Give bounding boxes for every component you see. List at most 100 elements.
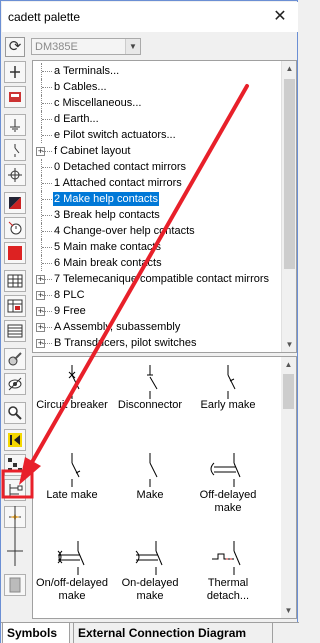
tree-connector — [42, 311, 52, 312]
tree-connector — [42, 87, 52, 88]
symbol-item[interactable]: On-delayed make — [111, 533, 189, 613]
toolbar-button-book[interactable] — [4, 86, 26, 108]
symbol-label: Off-delayed make — [199, 489, 257, 514]
grid-table-icon — [7, 273, 23, 289]
category-tree[interactable]: a Terminals... b Cables... c Miscellaneous… — [32, 60, 297, 353]
tree-scrollbar[interactable]: ▲ ▼ — [281, 61, 296, 352]
tree-item[interactable]: d Earth... — [33, 111, 283, 127]
toolbar-button-switch-symbol[interactable] — [4, 139, 26, 161]
bottom-tabs: Symbols External Connection Diagram — [1, 622, 299, 643]
window-title: cadett palette — [8, 10, 81, 24]
tree-connector — [42, 135, 52, 136]
tree-item[interactable]: c Miscellaneous... — [33, 95, 283, 111]
toolbar-button-blank-page[interactable] — [4, 574, 26, 596]
scroll-up-icon[interactable]: ▲ — [281, 357, 296, 372]
tree-item-label: 3 Break help contacts — [54, 209, 160, 221]
tree-item-label: 4 Change-over help contacts — [54, 225, 195, 237]
tree-item[interactable]: +C Capacitors — [33, 351, 283, 352]
scroll-down-icon[interactable]: ▼ — [282, 337, 296, 352]
tree-item[interactable]: a Terminals... — [33, 63, 283, 79]
tab-symbols[interactable]: Symbols — [2, 623, 70, 643]
tree-connector — [42, 183, 52, 184]
tree-item[interactable]: 3 Break help contacts — [33, 207, 283, 223]
refresh-button[interactable]: ⟳ — [5, 37, 25, 57]
scroll-up-icon[interactable]: ▲ — [282, 61, 296, 76]
symbol-item[interactable]: Make — [111, 445, 189, 525]
tree-item[interactable]: + A Assembly, subassembly — [33, 319, 283, 335]
tree-connector — [42, 167, 52, 168]
symbol-item[interactable]: Circuit breaker — [33, 357, 111, 437]
tree-item[interactable]: 1 Attached contact mirrors — [33, 175, 283, 191]
switch-symbol-icon — [7, 142, 23, 158]
toolbar-button-gear-pen[interactable] — [4, 348, 26, 370]
tree-item[interactable]: +9 Free — [33, 303, 283, 319]
library-combo-value: DM385E — [35, 41, 78, 53]
tree-connector — [42, 103, 52, 104]
tree-item[interactable]: +7 Telemecanique compatible contact mirr… — [33, 271, 283, 287]
symbol-item[interactable]: Thermal detach... — [189, 533, 267, 613]
toolbar-button-diagonal-shape[interactable] — [4, 192, 26, 214]
symbol-scrollbar[interactable]: ▲ ▼ — [281, 357, 296, 618]
crosshair-icon — [7, 167, 23, 183]
tree-item[interactable]: + B Transducers, pilot switches — [33, 335, 283, 351]
toolbar-button-red-square[interactable] — [4, 242, 26, 264]
library-combo[interactable]: DM385E ▼ — [31, 38, 141, 55]
tree-item[interactable]: b Cables... — [33, 79, 283, 95]
symbol-item[interactable]: On/off-delayed make — [33, 533, 111, 613]
eye-hidden-icon — [7, 376, 23, 392]
tree-item[interactable]: 6 Main break contacts — [33, 255, 283, 271]
tab-external-connection-diagram[interactable]: External Connection Diagram — [73, 623, 273, 643]
symbol-label: Late make — [46, 489, 98, 501]
tree-item[interactable]: e Pilot switch actuators... — [33, 127, 283, 143]
tree-item-label: B Transducers, pilot switches — [54, 337, 197, 349]
symbol-item[interactable]: Disconnector — [111, 357, 189, 437]
symbol-item[interactable]: Early make — [189, 357, 267, 437]
tree-item-label: 8 PLC — [54, 289, 85, 301]
tree-item[interactable]: 4 Change-over help contacts — [33, 223, 283, 239]
symbol-label: Circuit breaker — [36, 399, 108, 411]
scroll-thumb[interactable] — [284, 79, 295, 269]
toolbar-button-grid-table-2[interactable] — [4, 295, 26, 317]
toolbar-button-ground-symbol[interactable] — [4, 114, 26, 136]
title-bar: cadett palette ✕ — [2, 2, 298, 32]
tree-connector — [42, 151, 52, 152]
blank-page-icon — [7, 577, 23, 593]
toolbar-button-yellow-arrow[interactable] — [4, 429, 26, 451]
tree-item[interactable]: 5 Main make contacts — [33, 239, 283, 255]
symbol-label: Make — [136, 489, 164, 501]
chevron-down-icon[interactable]: ▼ — [125, 39, 140, 54]
toolbar-button-clock[interactable] — [4, 217, 26, 239]
toolbar-button-zoom[interactable] — [4, 402, 26, 424]
tree-item[interactable]: + f Cabinet layout — [33, 143, 283, 159]
tree-connector — [42, 71, 52, 72]
table-icon — [7, 323, 23, 339]
zoom-icon — [7, 405, 23, 421]
tree-item-label: f Cabinet layout — [54, 145, 131, 157]
gear-pen-icon — [7, 351, 23, 367]
palette-window: cadett palette ✕ ⟳ DM385E ▼ a Terminals.… — [0, 0, 299, 643]
tree-connector — [42, 119, 52, 120]
tree-connector — [42, 215, 52, 216]
symbol-item[interactable]: Late make — [33, 445, 111, 525]
close-button[interactable]: ✕ — [270, 7, 290, 27]
tree-connector — [42, 343, 52, 344]
tree-item[interactable]: 0 Detached contact mirrors — [33, 159, 283, 175]
toolbar-button-grid-table[interactable] — [4, 270, 26, 292]
tree-item[interactable]: 2 Make help contacts — [33, 191, 283, 207]
scroll-thumb[interactable] — [283, 374, 294, 409]
tree-item[interactable]: +8 PLC — [33, 287, 283, 303]
toolbar-button-table[interactable] — [4, 320, 26, 342]
toolbar-button-t-line[interactable] — [4, 536, 26, 566]
toolbar-button-vertical-line[interactable] — [4, 506, 26, 536]
tree-item-label: 9 Free — [54, 305, 86, 317]
toolbar-button-tree-branch[interactable] — [4, 479, 26, 501]
toolbar-button-crosshair[interactable] — [4, 164, 26, 186]
toolbar-button-eye-hidden[interactable] — [4, 373, 26, 395]
symbol-item[interactable]: Off-delayed make — [189, 445, 267, 525]
toolbar-button-pin[interactable] — [4, 61, 26, 83]
toolbar-button-tree-nodes[interactable] — [4, 454, 26, 476]
symbol-label: On/off-delayed make — [36, 577, 108, 602]
symbol-grid[interactable]: Circuit breaker Disconnector Early make Lat… — [32, 356, 297, 619]
scroll-down-icon[interactable]: ▼ — [281, 603, 296, 618]
tree-connector — [42, 279, 52, 280]
